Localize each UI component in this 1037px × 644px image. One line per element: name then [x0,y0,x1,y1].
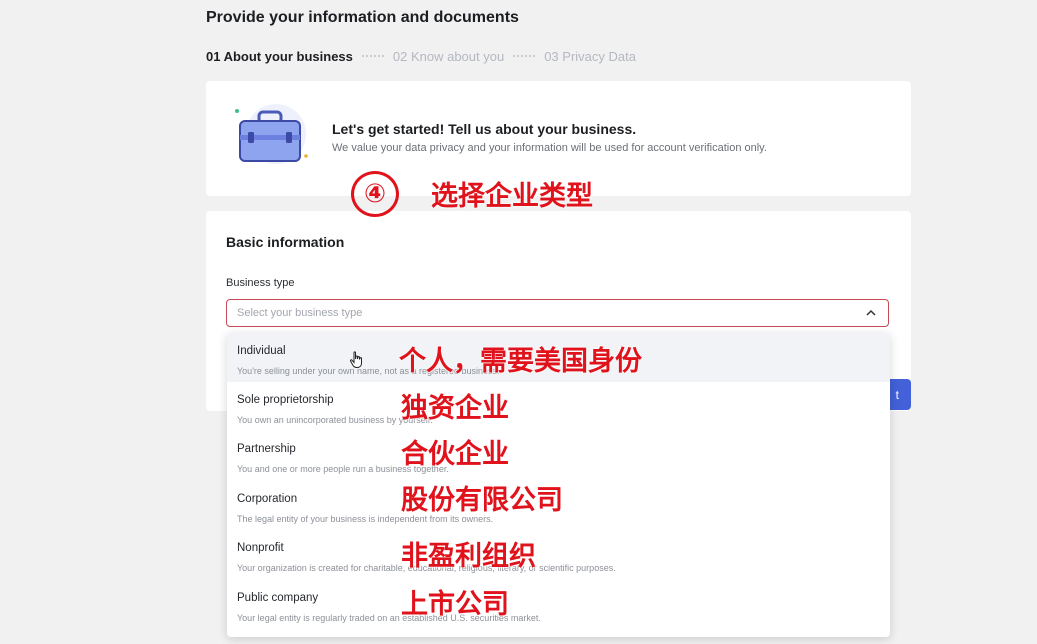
select-placeholder: Select your business type [237,307,363,319]
intro-subtitle: We value your data privacy and your info… [332,142,767,154]
business-type-select[interactable]: Select your business type [226,299,889,327]
chevron-up-icon [866,309,876,316]
briefcase-icon [235,104,308,164]
annotation-step-number: ④ [351,171,399,217]
option-label: Nonprofit [237,542,284,554]
option-label: Corporation [237,493,298,505]
step-privacy-data[interactable]: 03 Privacy Data [544,49,636,64]
step-know-about-you[interactable]: 02 Know about you [393,49,504,64]
section-title: Basic information [226,234,345,250]
option-nonprofit[interactable]: Nonprofit Your organization is created f… [227,530,890,579]
annotation-public-company: 上市公司 [401,589,509,620]
annotation-corporation: 股份有限公司 [401,485,563,516]
option-label: Public company [237,592,319,604]
option-label: Partnership [237,443,296,455]
option-label: Sole proprietorship [237,394,334,406]
business-type-label: Business type [226,277,295,289]
option-partnership[interactable]: Partnership You and one or more people r… [227,431,890,480]
annotation-partnership: 合伙企业 [401,439,509,470]
step-about-business[interactable]: 01 About your business [206,49,353,64]
option-label: Individual [237,345,286,357]
progress-stepper: 01 About your business 02 Know about you… [206,47,636,65]
annotation-sole-proprietorship: 独资企业 [401,393,509,424]
hand-cursor-icon [349,351,362,369]
step-separator [361,55,384,57]
annotation-individual: 个人，需要美国身份 [399,346,642,377]
option-public-company[interactable]: Public company Your legal entity is regu… [227,580,890,629]
intro-title: Let's get started! Tell us about your bu… [332,121,637,137]
annotation-nonprofit: 非盈利组织 [401,541,536,572]
page-title: Provide your information and documents [206,9,519,26]
annotation-heading: 选择企业类型 [431,181,593,212]
option-sole-proprietorship[interactable]: Sole proprietorship You own an unincorpo… [227,382,890,431]
step-separator [513,55,536,57]
